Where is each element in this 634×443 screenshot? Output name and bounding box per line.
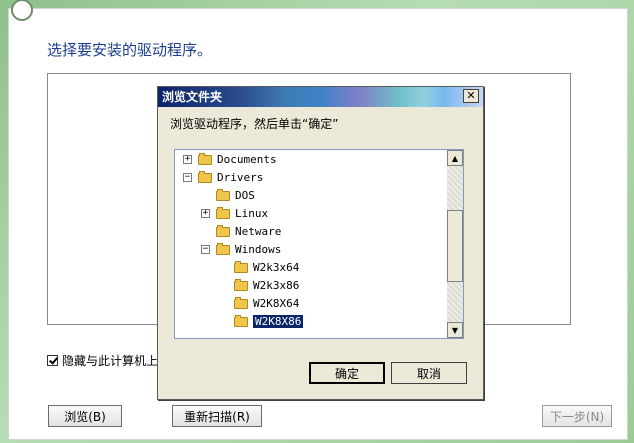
- collapse-icon[interactable]: −: [201, 244, 210, 254]
- tree-item-label: W2K8X64: [253, 296, 300, 310]
- hide-incompatible-row[interactable]: 隐藏与此计算机上: [47, 352, 158, 369]
- browse-button[interactable]: 浏览(B): [48, 405, 122, 427]
- tree-scrollbar[interactable]: ▲ ▼: [447, 150, 463, 338]
- tree-item[interactable]: DOS: [216, 186, 255, 204]
- folder-icon: [234, 315, 248, 327]
- tree-item-label: W2k3x86: [253, 278, 300, 292]
- circle-icon: [11, 0, 33, 21]
- next-button[interactable]: 下一步(N): [542, 405, 612, 427]
- tree-item[interactable]: − Drivers: [183, 168, 263, 186]
- browse-folder-dialog: 浏览文件夹 ✕ 浏览驱动程序，然后单击“确定” + Documents − Drive…: [157, 86, 484, 400]
- scroll-thumb[interactable]: [447, 210, 463, 282]
- tree-item-label: W2K8X86: [253, 314, 304, 328]
- tree-item[interactable]: W2k3x64: [234, 258, 299, 276]
- expand-icon[interactable]: +: [183, 154, 192, 164]
- tree-item[interactable]: W2K8X64: [234, 294, 299, 312]
- tree-item-label: DOS: [235, 188, 255, 202]
- cancel-button[interactable]: 取消: [391, 362, 467, 384]
- scroll-up-icon[interactable]: ▲: [447, 150, 463, 166]
- close-icon[interactable]: ✕: [463, 89, 479, 103]
- tree-item[interactable]: W2k3x86: [234, 276, 299, 294]
- dialog-title: 浏览文件夹: [162, 90, 223, 104]
- tree-item-label: Netware: [235, 224, 282, 238]
- tree-item[interactable]: W2K8X86: [234, 312, 304, 330]
- hide-incompatible-label: 隐藏与此计算机上: [62, 354, 159, 368]
- folder-icon: [216, 189, 230, 201]
- dialog-instruction: 浏览驱动程序，然后单击“确定”: [170, 117, 339, 131]
- tree-item-label: W2k3x64: [253, 260, 300, 274]
- rescan-button[interactable]: 重新扫描(R): [172, 405, 262, 427]
- tree-item[interactable]: + Linux: [201, 204, 268, 222]
- folder-icon: [234, 261, 248, 273]
- tree-item[interactable]: Netware: [216, 222, 281, 240]
- folder-icon: [216, 225, 230, 237]
- folder-tree[interactable]: + Documents − Drivers DOS + Linux Netware − Windo…: [174, 149, 464, 339]
- collapse-icon[interactable]: −: [183, 172, 192, 182]
- dialog-title-bar[interactable]: 浏览文件夹 ✕: [158, 87, 483, 107]
- tree-item[interactable]: + Documents: [183, 150, 277, 168]
- tree-item-label: Linux: [235, 206, 269, 220]
- expand-icon[interactable]: +: [201, 208, 210, 218]
- hide-incompatible-checkbox[interactable]: [47, 355, 58, 366]
- folder-icon: [198, 171, 212, 183]
- folder-icon: [216, 243, 230, 255]
- folder-icon: [216, 207, 230, 219]
- folder-icon: [234, 279, 248, 291]
- tree-item[interactable]: − Windows: [201, 240, 281, 258]
- folder-icon: [198, 153, 212, 165]
- scroll-down-icon[interactable]: ▼: [447, 322, 463, 338]
- ok-button[interactable]: 确定: [309, 362, 385, 384]
- page-heading: 选择要安装的驱动程序。: [47, 41, 213, 59]
- tree-item-label: Drivers: [217, 170, 264, 184]
- tree-item-label: Windows: [235, 242, 282, 256]
- tree-item-label: Documents: [217, 152, 277, 166]
- folder-icon: [234, 297, 248, 309]
